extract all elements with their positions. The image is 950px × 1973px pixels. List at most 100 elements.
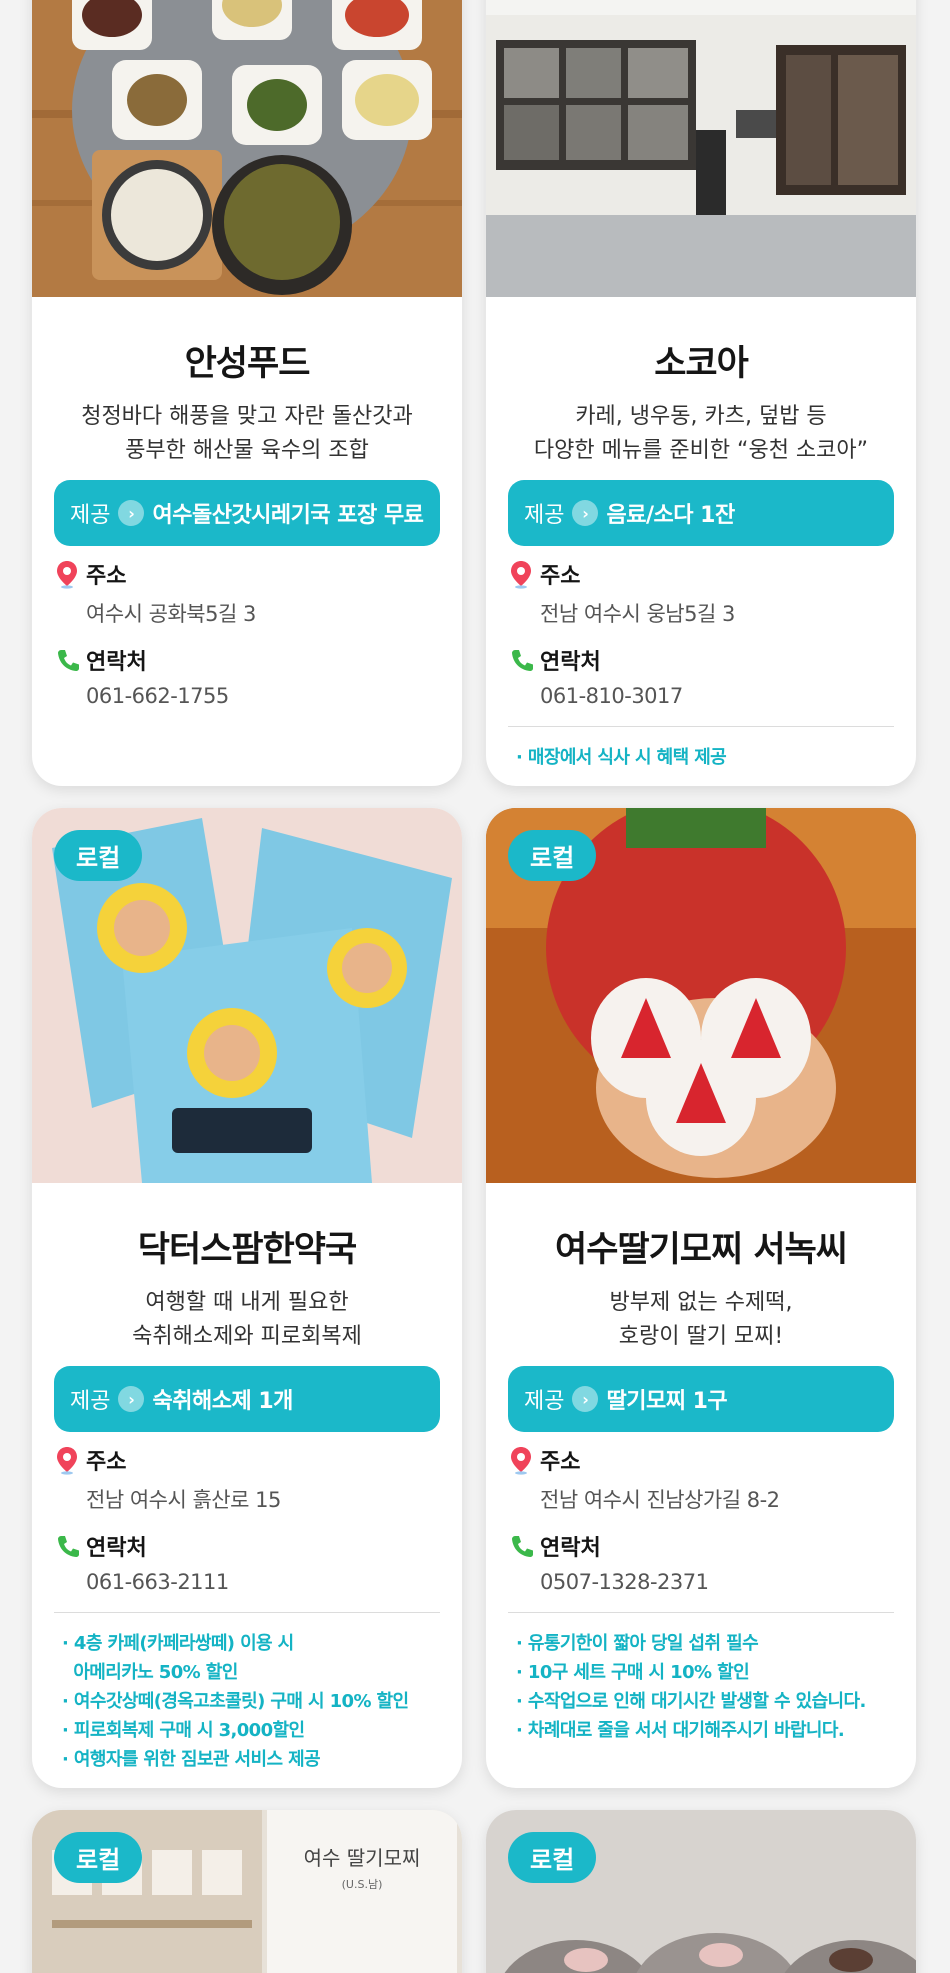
description-line: 방부제 없는 수제떡, xyxy=(609,1290,793,1315)
store-info: 닥터스팜한약국 여행할 때 내게 필요한 숙취해소제와 피로회복제 제공 › 숙… xyxy=(32,1183,462,1788)
divider xyxy=(508,726,894,727)
benefit-notes: · 매장에서 식사 시 혜택 제공 xyxy=(508,743,894,772)
address-value: 전남 여수시 흙산로 15 xyxy=(86,1488,281,1512)
map-pin-icon xyxy=(511,1447,531,1475)
store-info: 여수딸기모찌 서녹씨 방부제 없는 수제떡, 호랑이 딸기 모찌! 제공 › 딸… xyxy=(486,1183,916,1767)
local-badge: 로컬 xyxy=(508,830,597,881)
offer-value: 여수돌산갓시레기국 포장 무료 xyxy=(152,503,424,528)
local-badge: 로컬 xyxy=(508,1832,597,1883)
offer-label: 제공 xyxy=(524,503,565,528)
page: 안성푸드 청정바다 해풍을 맞고 자란 돌산갓과 풍부한 해산물 육수의 조합 … xyxy=(0,0,950,1973)
phone-value[interactable]: 061-663-2111 xyxy=(86,1570,440,1594)
phone-label: 연락처 xyxy=(540,650,601,675)
address-value: 전남 여수시 웅남5길 3 xyxy=(540,602,735,626)
description-line: 청정바다 해풍을 맞고 자란 돌산갓과 xyxy=(81,404,413,429)
store-card[interactable]: 안성푸드 청정바다 해풍을 맞고 자란 돌산갓과 풍부한 해산물 육수의 조합 … xyxy=(32,0,462,786)
phone-icon xyxy=(58,1536,79,1557)
store-description: 청정바다 해풍을 맞고 자란 돌산갓과 풍부한 해산물 육수의 조합 xyxy=(54,400,440,468)
store-name: 여수딸기모찌 서녹씨 xyxy=(555,1230,848,1270)
store-card[interactable]: 여수 딸기모찌 (U.S.남) 로컬 xyxy=(32,1810,462,1973)
phone-label: 연락처 xyxy=(86,650,147,675)
benefit-notes: · 유통기한이 짧아 당일 섭취 필수 · 10구 세트 구매 시 10% 할인… xyxy=(508,1629,894,1745)
chevron-right-icon: › xyxy=(118,500,145,526)
note-item: · 차례대로 줄을 서서 대기해주시기 바랍니다. xyxy=(516,1720,845,1741)
chevron-right-icon: › xyxy=(572,1386,599,1412)
map-pin-icon xyxy=(57,561,77,589)
offer-label: 제공 xyxy=(524,1389,565,1414)
offer-label: 제공 xyxy=(70,503,111,528)
phone-icon xyxy=(512,1536,533,1557)
description-line: 여행할 때 내게 필요한 xyxy=(145,1290,349,1315)
address-label: 주소 xyxy=(86,1450,127,1475)
chevron-right-icon: › xyxy=(118,1386,145,1412)
phone-icon xyxy=(58,650,79,671)
store-name: 소코아 xyxy=(654,344,749,384)
address-value: 전남 여수시 진남상가길 8-2 xyxy=(540,1488,780,1512)
address-label: 주소 xyxy=(86,564,127,589)
description-line: 호랑이 딸기 모찌! xyxy=(618,1324,784,1349)
store-card[interactable]: 소코아 카레, 냉우동, 카츠, 덮밥 등 다양한 메뉴를 준비한 “웅천 소코… xyxy=(486,0,916,786)
address-heading: 주소 xyxy=(54,558,440,590)
store-card[interactable]: 로컬 닥터스팜한약국 여행할 때 내게 필요한 숙취해소제와 피로회복제 제공 … xyxy=(32,808,462,1788)
store-info: 안성푸드 청정바다 해풍을 맞고 자란 돌산갓과 풍부한 해산물 육수의 조합 … xyxy=(32,297,462,730)
note-item: · 피로회복제 구매 시 3,000할인 xyxy=(62,1720,305,1741)
phone-value[interactable]: 061-810-3017 xyxy=(540,684,894,708)
phone-heading: 연락처 xyxy=(54,1530,440,1562)
description-line: 숙취해소제와 피로회복제 xyxy=(132,1324,362,1349)
description-line: 카레, 냉우동, 카츠, 덮밥 등 xyxy=(575,404,827,429)
note-item: · 4층 카페(카페라쌍떼) 이용 시 xyxy=(62,1633,294,1654)
address-heading: 주소 xyxy=(508,1444,894,1476)
divider xyxy=(508,1612,894,1613)
offer-banner[interactable]: 제공 › 음료/소다 1잔 xyxy=(508,480,894,546)
phone-icon xyxy=(512,650,533,671)
address-heading: 주소 xyxy=(508,558,894,590)
phone-label: 연락처 xyxy=(540,1536,601,1561)
store-card[interactable]: 로컬 xyxy=(486,1810,916,1973)
store-photo: 로컬 xyxy=(486,1810,916,1973)
phone-value[interactable]: 061-662-1755 xyxy=(86,684,440,708)
note-item: · 매장에서 식사 시 혜택 제공 xyxy=(516,747,727,768)
note-item: · 유통기한이 짧아 당일 섭취 필수 xyxy=(516,1633,759,1654)
offer-value: 숙취해소제 1개 xyxy=(152,1389,293,1414)
address-value: 여수시 공화북5길 3 xyxy=(86,602,256,626)
store-photo xyxy=(32,0,462,297)
store-name: 닥터스팜한약국 xyxy=(137,1230,357,1270)
address-heading: 주소 xyxy=(54,1444,440,1476)
chevron-right-icon: › xyxy=(572,500,599,526)
address-label: 주소 xyxy=(540,1450,581,1475)
phone-value[interactable]: 0507-1328-2371 xyxy=(540,1570,894,1594)
note-item: · 10구 세트 구매 시 10% 할인 xyxy=(516,1662,750,1683)
map-pin-icon xyxy=(511,561,531,589)
store-photo: 로컬 xyxy=(32,808,462,1183)
note-item: · 여행자를 위한 짐보관 서비스 제공 xyxy=(62,1749,321,1770)
description-line: 풍부한 해산물 육수의 조합 xyxy=(125,438,369,463)
offer-value: 딸기모찌 1구 xyxy=(606,1389,728,1414)
store-name: 안성푸드 xyxy=(184,344,311,384)
phone-heading: 연락처 xyxy=(508,1530,894,1562)
offer-label: 제공 xyxy=(70,1389,111,1414)
store-info: 소코아 카레, 냉우동, 카츠, 덮밥 등 다양한 메뉴를 준비한 “웅천 소코… xyxy=(486,297,916,786)
address-label: 주소 xyxy=(540,564,581,589)
description-line: 다양한 메뉴를 준비한 “웅천 소코아” xyxy=(533,438,869,463)
offer-banner[interactable]: 제공 › 여수돌산갓시레기국 포장 무료 xyxy=(54,480,440,546)
store-card[interactable]: 로컬 여수딸기모찌 서녹씨 방부제 없는 수제떡, 호랑이 딸기 모찌! 제공 … xyxy=(486,808,916,1788)
store-description: 여행할 때 내게 필요한 숙취해소제와 피로회복제 xyxy=(54,1286,440,1354)
store-photo xyxy=(486,0,916,297)
phone-heading: 연락처 xyxy=(54,644,440,676)
store-photo: 로컬 xyxy=(486,808,916,1183)
local-badge: 로컬 xyxy=(54,1832,143,1883)
benefit-notes: · 4층 카페(카페라쌍떼) 이용 시 아메리카노 50% 할인 · 여수갓상떼… xyxy=(54,1629,440,1774)
store-description: 방부제 없는 수제떡, 호랑이 딸기 모찌! xyxy=(508,1286,894,1354)
local-badge: 로컬 xyxy=(54,830,143,881)
note-item: · 여수갓상떼(경옥고초콜릿) 구매 시 10% 할인 xyxy=(62,1691,409,1712)
note-item: 아메리카노 50% 할인 xyxy=(62,1662,238,1683)
offer-value: 음료/소다 1잔 xyxy=(606,503,735,528)
phone-heading: 연락처 xyxy=(508,644,894,676)
divider xyxy=(54,1612,440,1613)
shop-sign-sub: (U.S.남) xyxy=(342,1878,383,1891)
map-pin-icon xyxy=(57,1447,77,1475)
offer-banner[interactable]: 제공 › 딸기모찌 1구 xyxy=(508,1366,894,1432)
store-description: 카레, 냉우동, 카츠, 덮밥 등 다양한 메뉴를 준비한 “웅천 소코아” xyxy=(508,400,894,468)
offer-banner[interactable]: 제공 › 숙취해소제 1개 xyxy=(54,1366,440,1432)
shop-sign: 여수 딸기모찌 xyxy=(304,1846,421,1870)
